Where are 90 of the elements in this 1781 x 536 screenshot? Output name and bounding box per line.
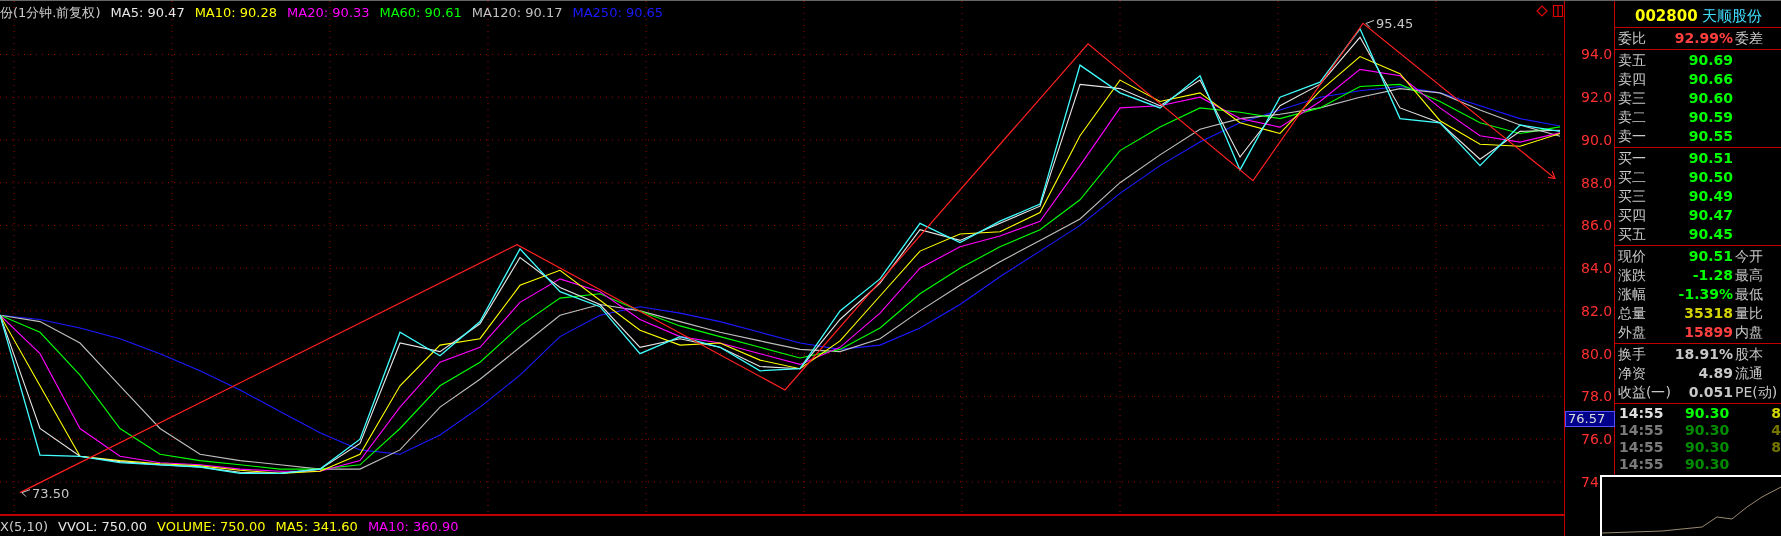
quote-value: 90.59 <box>1687 108 1733 127</box>
axis-label: 78.0 <box>1581 388 1613 405</box>
quote-label: 收益(一) <box>1617 383 1671 402</box>
axis-label: 86.0 <box>1581 217 1613 234</box>
quote-label: 买三 <box>1617 187 1647 206</box>
quote-value: 90.69 <box>1687 51 1733 70</box>
indicator-label: MA5: 90.47 <box>110 4 185 22</box>
trade-price: 90.30 <box>1685 438 1731 455</box>
quote-label: 买二 <box>1617 168 1647 187</box>
pointer-icon <box>1365 19 1375 28</box>
quote-label: 涨幅 <box>1617 285 1647 304</box>
quote-value: -1.39% <box>1677 285 1733 304</box>
quote-label: 换手 <box>1617 345 1647 364</box>
high-price-label: 95.45 <box>1376 16 1414 32</box>
indicator-label: MA60: 90.61 <box>379 4 462 22</box>
quote-value: 90.47 <box>1687 206 1733 225</box>
quote-label: PE(动) <box>1734 383 1779 402</box>
axis-label: 74 <box>1581 473 1599 490</box>
quote-label: 涨跌 <box>1617 266 1647 285</box>
quote-value: -1.28 <box>1691 266 1733 285</box>
quote-label: 卖三 <box>1617 89 1647 108</box>
trade-price: 90.30 <box>1685 421 1731 438</box>
quote-label: 委比 <box>1617 29 1647 48</box>
axis-label: 88.0 <box>1581 174 1613 191</box>
quote-label: 买四 <box>1617 206 1647 225</box>
axis-label: 94.0 <box>1581 46 1613 63</box>
axis-label: 84.0 <box>1581 260 1613 277</box>
quote-value: 90.51 <box>1687 247 1733 266</box>
quote-value: 4.89 <box>1697 364 1733 383</box>
pointer-icon <box>21 489 31 498</box>
axis-label: 90.0 <box>1581 131 1613 148</box>
indicator-label: MA250: 90.65 <box>572 4 664 22</box>
indicator-label: VOLUME: 750.00 <box>157 518 266 536</box>
quote-label: 最低 <box>1734 285 1764 304</box>
quote-value: 90.55 <box>1687 127 1733 146</box>
quote-value: 15899 <box>1683 323 1733 342</box>
axis-label: 76.0 <box>1581 431 1613 448</box>
trade-volume: 8 <box>1770 438 1781 455</box>
quote-value: 90.50 <box>1687 168 1733 187</box>
trade-time: 14:55 <box>1618 404 1665 421</box>
quote-value: 90.49 <box>1687 187 1733 206</box>
axis-label: 92.0 <box>1581 89 1613 106</box>
quote-label: 委差 <box>1734 29 1764 48</box>
trade-time: 14:55 <box>1618 421 1665 438</box>
indicator-label: MA10: 90.28 <box>194 4 278 22</box>
stock-name: 天顺股份 <box>1701 5 1762 27</box>
quote-label: 卖一 <box>1617 127 1647 146</box>
quote-label: 流通 <box>1734 364 1764 383</box>
indicator-label: VVOL: 750.00 <box>58 518 148 536</box>
diamond-icon[interactable] <box>1536 5 1548 17</box>
quote-label: 买一 <box>1617 149 1647 168</box>
quote-value: 18.91% <box>1673 345 1733 364</box>
low-price-label: 73.50 <box>32 485 70 501</box>
quote-value: 90.51 <box>1687 149 1733 168</box>
indicator-label: MA5: 341.60 <box>275 518 358 536</box>
quote-label: 现价 <box>1617 247 1647 266</box>
indicator-title: X(5,10) <box>0 518 48 536</box>
trade-price: 90.30 <box>1685 455 1731 472</box>
price-tag: 76.57 <box>1565 411 1615 427</box>
axis-label: 82.0 <box>1581 302 1613 319</box>
quote-label: 卖五 <box>1617 51 1647 70</box>
indicator-label: MA20: 90.33 <box>287 4 370 22</box>
quote-label: 买五 <box>1617 225 1647 244</box>
quote-label: 最高 <box>1734 266 1764 285</box>
quote-label: 量比 <box>1734 304 1764 323</box>
chart-title: 份(1分钟.前复权) <box>0 4 101 22</box>
trade-volume: 4 <box>1770 421 1781 438</box>
quote-value: 90.66 <box>1687 70 1733 89</box>
quote-value: 90.60 <box>1687 89 1733 108</box>
quote-label: 内盘 <box>1734 323 1764 342</box>
stock-code: 002800 <box>1635 5 1698 27</box>
trade-time: 14:55 <box>1618 438 1665 455</box>
quote-label: 外盘 <box>1617 323 1647 342</box>
trade-price: 90.30 <box>1685 404 1731 421</box>
quote-value: 90.45 <box>1687 225 1733 244</box>
axis-label: 80.0 <box>1581 345 1613 362</box>
quote-label: 卖二 <box>1617 108 1647 127</box>
trade-time: 14:55 <box>1618 455 1665 472</box>
quote-label: 今开 <box>1734 247 1764 266</box>
quote-value: 0.051 <box>1687 383 1733 402</box>
indicator-label: MA120: 90.17 <box>471 4 563 22</box>
quote-label: 总量 <box>1617 304 1647 323</box>
indicator-label: MA10: 360.90 <box>367 518 459 536</box>
quote-label: 股本 <box>1734 345 1764 364</box>
quote-label: 卖四 <box>1617 70 1647 89</box>
quote-value: 92.99% <box>1673 29 1733 48</box>
split-view-icon[interactable] <box>1552 4 1564 18</box>
quote-value: 35318 <box>1683 304 1733 323</box>
quote-label: 净资 <box>1617 364 1647 383</box>
trade-volume: 8 <box>1770 404 1781 421</box>
